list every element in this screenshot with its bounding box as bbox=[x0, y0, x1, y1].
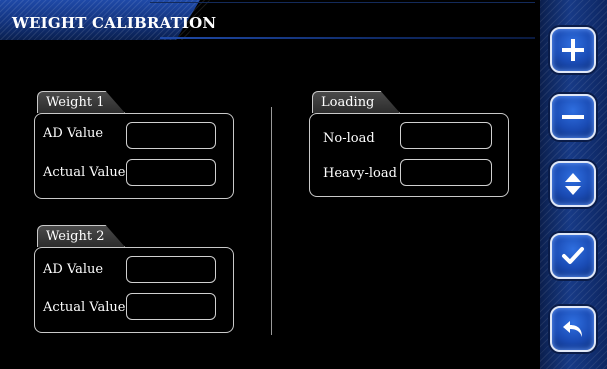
return-arrow-icon bbox=[563, 321, 582, 337]
title-underline bbox=[160, 37, 535, 39]
side-panel bbox=[540, 0, 607, 369]
checkmark-icon bbox=[562, 247, 584, 264]
weight2-actual-label: Actual Value bbox=[43, 300, 126, 315]
back-button[interactable] bbox=[550, 306, 596, 352]
minus-icon bbox=[562, 115, 584, 119]
heavyload-label: Heavy-load bbox=[323, 166, 397, 181]
weight1-ad-input[interactable] bbox=[126, 122, 216, 149]
noload-label: No-load bbox=[323, 131, 375, 146]
weight2-tab: Weight 2 bbox=[37, 225, 125, 247]
confirm-button[interactable] bbox=[550, 233, 596, 279]
title-bar: WEIGHT CALIBRATION bbox=[0, 0, 540, 46]
weight2-actual-input[interactable] bbox=[126, 293, 216, 320]
weight1-actual-label: Actual Value bbox=[43, 165, 126, 180]
plus-icon bbox=[562, 39, 584, 61]
main-screen: WEIGHT CALIBRATION Weight 1 AD Value Act… bbox=[0, 0, 540, 369]
loading-tab: Loading bbox=[312, 91, 400, 113]
plus-button[interactable] bbox=[550, 27, 596, 73]
noload-input[interactable] bbox=[400, 122, 492, 149]
weight1-actual-input[interactable] bbox=[126, 159, 216, 186]
vertical-divider bbox=[271, 107, 272, 335]
weight2-ad-label: AD Value bbox=[43, 262, 104, 277]
heavyload-input[interactable] bbox=[400, 159, 492, 186]
page-title: WEIGHT CALIBRATION bbox=[12, 14, 217, 32]
weight1-ad-label: AD Value bbox=[43, 126, 104, 141]
weight1-tab: Weight 1 bbox=[37, 91, 125, 113]
up-down-button[interactable] bbox=[550, 161, 596, 207]
title-divider bbox=[150, 2, 535, 3]
up-down-arrows-icon bbox=[565, 173, 581, 195]
weight2-ad-input[interactable] bbox=[126, 256, 216, 283]
minus-button[interactable] bbox=[550, 94, 596, 140]
